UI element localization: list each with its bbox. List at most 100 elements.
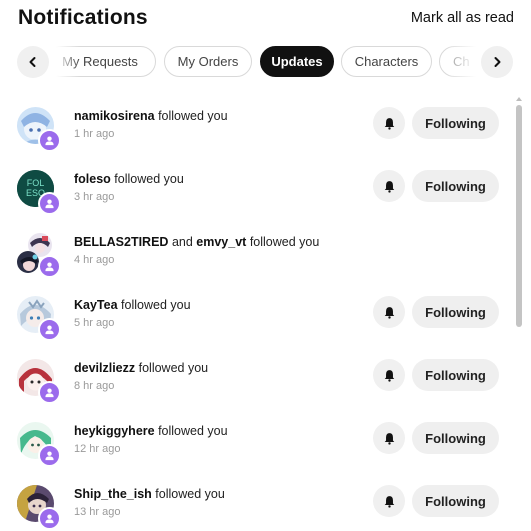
tab-label: My Orders: [177, 54, 239, 69]
username-link[interactable]: devilzliezz: [74, 361, 135, 375]
action-text: followed you: [249, 235, 320, 249]
timestamp: 12 hr ago: [74, 443, 121, 455]
tab-my-requests[interactable]: My Requests: [56, 46, 156, 77]
person-icon: [45, 136, 54, 146]
action-text: followed you: [158, 424, 228, 438]
follow-badge: [38, 192, 61, 215]
avatar-group: FOL ESO: [17, 170, 63, 216]
notification-text: Ship_the_ish followed you 13 hr ago: [74, 487, 364, 518]
notification-message: foleso followed you: [74, 172, 364, 186]
notification-message: namikosirena followed you: [74, 109, 364, 123]
notify-bell-button[interactable]: [373, 422, 405, 454]
bell-icon: [384, 180, 394, 193]
tab-characters[interactable]: Characters: [341, 46, 432, 77]
notification-text: namikosirena followed you 1 hr ago: [74, 109, 364, 140]
notification-row[interactable]: KayTea followed you 5 hr ago Following: [0, 285, 512, 348]
bell-icon: [384, 306, 394, 319]
follow-badge: [38, 318, 61, 341]
person-icon: [45, 199, 54, 209]
notification-row[interactable]: FOL ESO foleso followed you 3 hr ago Foll…: [0, 159, 512, 222]
username-link[interactable]: Ship_the_ish: [74, 487, 152, 501]
tabs-next-button[interactable]: [481, 46, 513, 78]
avatar-group: [17, 296, 63, 342]
follow-badge: [38, 255, 61, 278]
tab-my-orders[interactable]: My Orders: [164, 46, 252, 77]
following-button[interactable]: Following: [412, 485, 499, 517]
bell-icon: [384, 432, 394, 445]
notification-row[interactable]: devilzliezz followed you 8 hr ago Follow…: [0, 348, 512, 411]
username-link[interactable]: KayTea: [74, 298, 118, 312]
notification-message: BELLAS2TIRED and emvy_vt followed you: [74, 235, 364, 249]
notification-message: Ship_the_ish followed you: [74, 487, 364, 501]
avatar-group: [17, 107, 63, 153]
bell-icon: [384, 117, 394, 130]
notification-text: BELLAS2TIRED and emvy_vt followed you 4 …: [74, 235, 364, 266]
notification-row[interactable]: heykiggyhere followed you 12 hr ago Foll…: [0, 411, 512, 474]
following-button[interactable]: Following: [412, 170, 499, 202]
username-link[interactable]: foleso: [74, 172, 111, 186]
following-button[interactable]: Following: [412, 296, 499, 328]
username-link[interactable]: heykiggyhere: [74, 424, 155, 438]
timestamp: 13 hr ago: [74, 506, 121, 518]
scrollbar-thumb[interactable]: [516, 105, 522, 327]
action-text: followed you: [114, 172, 184, 186]
tabs-bar: My Requests My Orders Updates Characters…: [0, 44, 531, 80]
notify-bell-button[interactable]: [373, 170, 405, 202]
chevron-right-icon: [494, 57, 501, 67]
notification-text: heykiggyhere followed you 12 hr ago: [74, 424, 364, 455]
tab-partial[interactable]: Ch: [439, 46, 476, 77]
username-link[interactable]: BELLAS2TIRED: [74, 235, 168, 249]
action-text: followed you: [121, 298, 191, 312]
timestamp: 1 hr ago: [74, 128, 115, 140]
person-icon: [45, 262, 54, 272]
page-title: Notifications: [18, 6, 148, 29]
notification-list: namikosirena followed you 1 hr ago Follo…: [0, 90, 531, 531]
avatar-text: FOL: [27, 178, 45, 188]
timestamp: 4 hr ago: [74, 254, 115, 266]
timestamp: 5 hr ago: [74, 317, 115, 329]
notify-bell-button[interactable]: [373, 485, 405, 517]
username-link[interactable]: emvy_vt: [196, 235, 246, 249]
action-text: followed you: [158, 109, 228, 123]
avatar-group: [17, 485, 63, 531]
tabs-prev-button[interactable]: [17, 46, 49, 78]
tab-label: My Requests: [62, 54, 138, 69]
tab-label: Updates: [271, 54, 323, 69]
person-icon: [45, 514, 54, 524]
tabs-scroller: My Requests My Orders Updates Characters…: [56, 44, 476, 80]
bell-icon: [384, 369, 394, 382]
following-button[interactable]: Following: [412, 359, 499, 391]
notify-bell-button[interactable]: [373, 359, 405, 391]
follow-badge: [38, 444, 61, 467]
bell-icon: [384, 495, 394, 508]
joiner-text: and: [171, 235, 193, 249]
avatar-group: [17, 359, 63, 405]
avatar[interactable]: [17, 251, 39, 273]
following-button[interactable]: Following: [412, 107, 499, 139]
tab-updates[interactable]: Updates: [260, 46, 334, 77]
notification-row[interactable]: Ship_the_ish followed you 13 hr ago Foll…: [0, 474, 512, 531]
notify-bell-button[interactable]: [373, 296, 405, 328]
action-text: followed you: [155, 487, 225, 501]
person-icon: [45, 325, 54, 335]
mark-all-read-link[interactable]: Mark all as read: [411, 10, 514, 26]
follow-badge: [38, 381, 61, 404]
username-link[interactable]: namikosirena: [74, 109, 155, 123]
tab-label: Characters: [354, 54, 419, 69]
scroll-up-arrow-icon[interactable]: [515, 95, 523, 103]
notification-message: heykiggyhere followed you: [74, 424, 364, 438]
scrollbar[interactable]: [515, 95, 523, 531]
action-text: followed you: [138, 361, 209, 375]
following-button[interactable]: Following: [412, 422, 499, 454]
notification-row[interactable]: namikosirena followed you 1 hr ago Follo…: [0, 96, 512, 159]
notification-text: foleso followed you 3 hr ago: [74, 172, 364, 203]
chevron-left-icon: [29, 57, 36, 67]
follow-badge: [38, 507, 61, 530]
tab-label: Ch: [453, 54, 470, 69]
avatar-group: [17, 233, 63, 279]
notify-bell-button[interactable]: [373, 107, 405, 139]
notification-text: KayTea followed you 5 hr ago: [74, 298, 364, 329]
avatar-group: [17, 422, 63, 468]
timestamp: 8 hr ago: [74, 380, 115, 392]
notification-row[interactable]: BELLAS2TIRED and emvy_vt followed you 4 …: [0, 222, 512, 285]
